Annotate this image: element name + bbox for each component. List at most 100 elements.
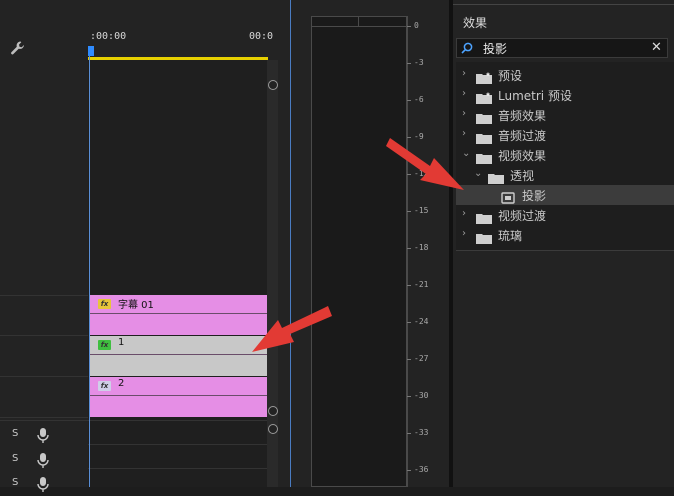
meter-db-label: -6	[414, 95, 424, 104]
panel-border	[453, 4, 674, 5]
clip-name: 2	[118, 378, 125, 389]
clip-name: 1	[118, 337, 125, 348]
meter-tick	[407, 100, 411, 101]
meter-db-label: -36	[414, 465, 429, 474]
meter-tick	[407, 248, 411, 249]
track-headers	[0, 0, 88, 487]
meter-divider	[358, 16, 359, 26]
preset-folder-icon	[476, 69, 492, 84]
meter-db-label: -15	[414, 206, 429, 215]
audio-track-header: S	[0, 474, 88, 496]
effects-tree-label: 视频效果	[498, 149, 547, 163]
video-clip[interactable]: fx 字幕 01	[90, 295, 267, 335]
scroll-handle[interactable]	[268, 424, 278, 434]
meter-db-label: -18	[414, 243, 429, 252]
solo-toggle[interactable]: S	[12, 453, 18, 464]
meter-divider	[311, 26, 407, 27]
meter-tick	[407, 26, 411, 27]
meter-scale	[407, 16, 408, 487]
chevron-right-icon[interactable]: ›	[462, 228, 466, 239]
fx-badge-icon: fx	[98, 340, 111, 350]
fx-badge-icon: fx	[98, 299, 111, 309]
clip-divider	[90, 354, 267, 355]
scroll-handle[interactable]	[268, 406, 278, 416]
effects-tree-label: 音频过渡	[498, 129, 547, 143]
work-area-bar[interactable]	[88, 57, 268, 60]
chevron-right-icon[interactable]: ›	[462, 108, 466, 119]
meter-db-label: -21	[414, 280, 429, 289]
effects-tree-item[interactable]: › 视频过渡	[456, 205, 674, 225]
effects-tree-label: 音频效果	[498, 109, 547, 123]
microphone-icon[interactable]	[36, 452, 50, 468]
folder-icon	[488, 169, 504, 184]
folder-icon	[476, 129, 492, 144]
timecode-start: :00:00	[90, 31, 127, 42]
effects-tree-label: 琉璃	[498, 229, 523, 243]
effects-tree-label: 投影	[522, 189, 547, 203]
meter-tick	[407, 396, 411, 397]
effects-tree-item[interactable]: › Lumetri 预设	[456, 85, 674, 105]
microphone-icon[interactable]	[36, 427, 50, 443]
chevron-down-icon[interactable]: ⌄	[474, 168, 482, 179]
meter-tick	[407, 211, 411, 212]
video-clip[interactable]: fx 2	[90, 377, 267, 417]
effects-tree-label: 透视	[510, 169, 535, 183]
vertical-scrollbar[interactable]	[267, 60, 278, 487]
effects-tree-item[interactable]: › 音频过渡	[456, 125, 674, 145]
clip-name: 字幕 01	[118, 300, 154, 311]
meter-db-label: 0	[414, 21, 419, 30]
meter-tick	[407, 470, 411, 471]
meter-tick	[407, 359, 411, 360]
effects-tree-item[interactable]: › 预设	[456, 65, 674, 85]
meter-tick	[407, 322, 411, 323]
solo-toggle[interactable]: S	[12, 477, 18, 488]
effects-tree-label: 预设	[498, 69, 523, 83]
meter-db-label: -24	[414, 317, 429, 326]
audio-meter	[311, 16, 407, 487]
folder-icon	[476, 109, 492, 124]
clip-divider	[90, 395, 267, 396]
playhead-line[interactable]	[89, 52, 90, 487]
effects-tree-item[interactable]: ⌄ 透视	[456, 165, 674, 185]
solo-toggle[interactable]: S	[12, 428, 18, 439]
scroll-handle[interactable]	[268, 80, 278, 90]
effect-icon	[500, 189, 516, 204]
preset-folder-icon	[476, 89, 492, 104]
chevron-right-icon[interactable]: ›	[462, 88, 466, 99]
annotation-arrow	[386, 138, 464, 190]
meter-db-label: -30	[414, 391, 429, 400]
chevron-right-icon[interactable]: ›	[462, 68, 466, 79]
timecode-end: 00:0	[249, 31, 274, 42]
effects-tree-item[interactable]: › 琉璃	[456, 225, 674, 245]
panel-title[interactable]: 效果	[463, 14, 487, 31]
meter-db-label: -3	[414, 58, 424, 67]
chevron-right-icon[interactable]: ›	[462, 208, 466, 219]
folder-icon	[476, 209, 492, 224]
effects-tree-item[interactable]: ⌄ 视频效果	[456, 145, 674, 165]
playhead-handle[interactable]	[88, 46, 94, 56]
effects-tree-item[interactable]: 投影	[456, 185, 674, 205]
time-ruler[interactable]: :00:00 00:0	[88, 0, 273, 60]
effects-tree-label: Lumetri 预设	[498, 89, 572, 103]
effects-search-input[interactable]	[483, 39, 643, 57]
audio-track-header: S	[0, 450, 88, 472]
video-clip[interactable]: fx 1	[90, 336, 267, 376]
meter-tick	[407, 285, 411, 286]
annotation-arrow	[252, 306, 332, 352]
search-icon	[461, 42, 473, 54]
microphone-icon[interactable]	[36, 476, 50, 492]
wrench-icon[interactable]	[10, 40, 26, 56]
folder-icon	[476, 149, 492, 164]
meter-db-label: -33	[414, 428, 429, 437]
clear-search-icon[interactable]: ✕	[651, 41, 662, 55]
effects-tree-label: 视频过渡	[498, 209, 547, 223]
effects-tree-item[interactable]: › 音频效果	[456, 105, 674, 125]
clip-divider	[90, 313, 267, 314]
fx-badge-icon: fx	[98, 381, 111, 391]
meter-tick	[407, 63, 411, 64]
meter-tick	[407, 433, 411, 434]
folder-icon	[476, 229, 492, 244]
audio-track-header: S	[0, 425, 88, 447]
track-area[interactable]	[88, 60, 268, 487]
meter-db-label: -27	[414, 354, 429, 363]
